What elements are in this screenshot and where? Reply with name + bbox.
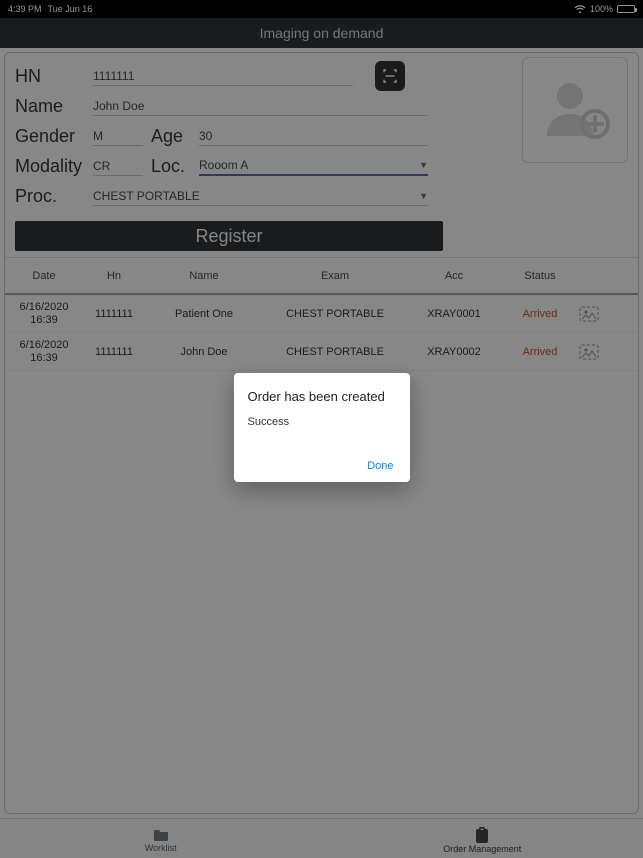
order-created-dialog: Order has been created Success Done: [234, 373, 410, 482]
modal-overlay[interactable]: Order has been created Success Done: [0, 0, 643, 858]
dialog-title: Order has been created: [248, 389, 396, 404]
dialog-message: Success: [248, 416, 396, 428]
dialog-done-button[interactable]: Done: [365, 456, 395, 476]
